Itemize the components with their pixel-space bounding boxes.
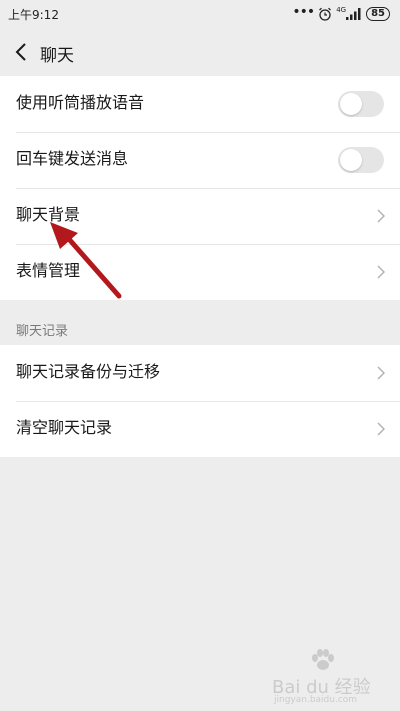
setting-label: 聊天记录备份与迁移: [16, 362, 161, 381]
setting-row-sticker-management[interactable]: 表情管理: [0, 244, 400, 300]
toggle-knob: [340, 149, 362, 171]
battery-icon: 85: [366, 7, 390, 21]
status-time: 上午9:12: [8, 8, 59, 22]
status-bar: 上午9:12 ••• 4G 85: [0, 0, 400, 28]
network-type-label: 4G: [336, 5, 347, 14]
setting-label: 使用听筒播放语音: [16, 93, 145, 112]
more-dots-icon: •••: [292, 4, 315, 20]
page-title: 聊天: [40, 46, 74, 66]
setting-row-enter-send[interactable]: 回车键发送消息: [0, 132, 400, 188]
setting-row-clear-history[interactable]: 清空聊天记录: [0, 401, 400, 457]
chat-history-group: 聊天记录备份与迁移 清空聊天记录: [0, 345, 400, 457]
setting-row-earpiece-voice[interactable]: 使用听筒播放语音: [0, 76, 400, 132]
toggle-knob: [340, 93, 362, 115]
title-bar: 聊天: [0, 28, 400, 76]
section-header-chat-history: 聊天记录: [16, 324, 69, 339]
chevron-right-icon: [377, 422, 385, 436]
status-icons: ••• 4G 85: [292, 4, 390, 24]
baidu-watermark: Bai du 经验 jingyan.baidu.com: [272, 649, 372, 705]
setting-label: 清空聊天记录: [16, 418, 113, 437]
earpiece-voice-toggle[interactable]: [338, 91, 384, 117]
signal-4g-icon: [346, 8, 361, 20]
setting-label: 聊天背景: [16, 205, 81, 224]
watermark-url: jingyan.baidu.com: [274, 695, 358, 705]
chevron-left-icon[interactable]: [12, 38, 32, 66]
setting-label: 表情管理: [16, 261, 81, 280]
settings-group: 使用听筒播放语音 回车键发送消息 聊天背景 表情管理: [0, 76, 400, 300]
paw-logo-icon: [312, 649, 334, 670]
setting-row-chat-background[interactable]: 聊天背景: [0, 188, 400, 244]
setting-label: 回车键发送消息: [16, 149, 129, 168]
chevron-right-icon: [377, 265, 385, 279]
chevron-right-icon: [377, 209, 385, 223]
setting-row-backup-migrate[interactable]: 聊天记录备份与迁移: [0, 345, 400, 401]
alarm-icon: [319, 7, 332, 21]
chevron-right-icon: [377, 366, 385, 380]
enter-send-toggle[interactable]: [338, 147, 384, 173]
